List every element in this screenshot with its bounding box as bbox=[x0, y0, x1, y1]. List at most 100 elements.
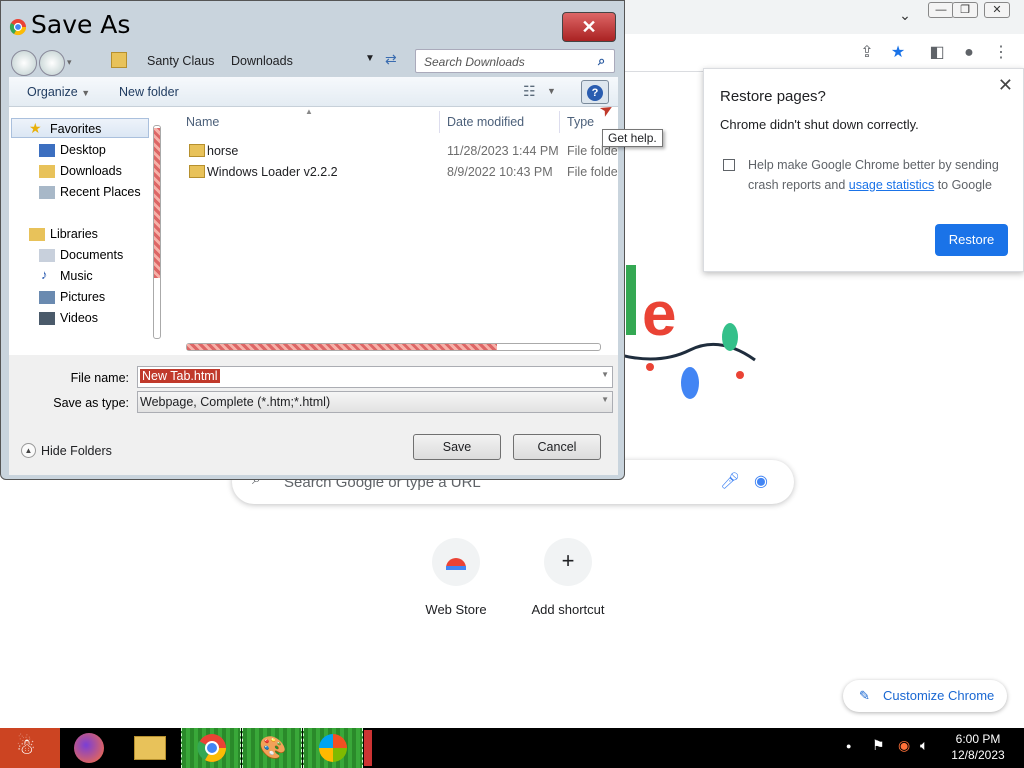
forward-button[interactable] bbox=[39, 50, 65, 76]
dialog-close-button[interactable]: ✕ bbox=[562, 12, 616, 42]
save-button[interactable]: Save bbox=[413, 434, 501, 460]
share-icon[interactable]: ⇪ bbox=[856, 42, 878, 64]
hide-folders-chevron-icon[interactable]: ▲ bbox=[21, 443, 36, 458]
dialog-footer: File name: New Tab.html ▼ Save as type: … bbox=[9, 355, 618, 475]
save-type-label: Save as type: bbox=[53, 396, 129, 410]
profile-icon[interactable]: ● bbox=[958, 42, 980, 64]
action-center-flag-icon[interactable]: ⚑ bbox=[872, 737, 885, 754]
nav-music[interactable]: Music bbox=[60, 269, 93, 283]
dialog-body: ★ Favorites Desktop Downloads Recent Pla… bbox=[9, 107, 618, 355]
shortcut-label: Web Store bbox=[425, 602, 487, 617]
videos-icon bbox=[39, 312, 55, 325]
usage-statistics-link[interactable]: usage statistics bbox=[849, 178, 934, 192]
crash-report-label: Help make Google Chrome better by sendin… bbox=[748, 155, 1008, 195]
sort-arrow-icon: ▲ bbox=[305, 107, 313, 116]
save-type-select[interactable]: Webpage, Complete (*.htm;*.html) ▼ bbox=[137, 391, 613, 413]
add-shortcut-button[interactable]: + bbox=[544, 538, 592, 586]
taskbar-paint[interactable]: 🎨 bbox=[242, 728, 302, 768]
taskbar-edge bbox=[364, 730, 372, 766]
customize-chrome-button[interactable]: ✎ Customize Chrome bbox=[843, 680, 1007, 712]
pencil-icon: ✎ bbox=[859, 688, 870, 703]
folder-icon bbox=[189, 144, 205, 157]
maximize-button[interactable]: ❐ bbox=[952, 2, 978, 18]
restore-button[interactable]: Restore bbox=[935, 224, 1008, 256]
nav-videos[interactable]: Videos bbox=[60, 311, 98, 325]
file-name-dropdown-icon[interactable]: ▼ bbox=[601, 370, 609, 379]
desktop-icon bbox=[39, 144, 55, 157]
view-options-icon[interactable]: ☷ bbox=[523, 83, 536, 100]
back-button[interactable] bbox=[11, 50, 37, 76]
file-list: ▲ Name Date modified Type horse 11/28/20… bbox=[169, 107, 618, 355]
horizontal-scrollbar-thumb[interactable] bbox=[187, 344, 497, 350]
view-chevron-icon[interactable]: ▼ bbox=[547, 86, 556, 96]
column-header-type[interactable]: Type bbox=[567, 115, 594, 129]
restore-pages-bubble: Restore pages? ✕ Chrome didn't shut down… bbox=[703, 68, 1024, 272]
save-type-value: Webpage, Complete (*.htm;*.html) bbox=[140, 395, 331, 409]
music-icon: ♪ bbox=[41, 267, 48, 282]
customize-label: Customize Chrome bbox=[883, 688, 995, 703]
nav-documents[interactable]: Documents bbox=[60, 248, 123, 262]
column-header-date[interactable]: Date modified bbox=[447, 115, 524, 129]
web-store-shortcut[interactable] bbox=[432, 538, 480, 586]
side-panel-icon[interactable]: ◧ bbox=[926, 42, 948, 64]
file-row[interactable]: Windows Loader v2.2.2 8/9/2022 10:43 PM … bbox=[169, 162, 618, 182]
save-as-dialog: Save As ✕ ▾ Santy Claus Downloads ▼ ⇄ Se… bbox=[0, 0, 625, 480]
taskbar-firefox[interactable] bbox=[60, 728, 120, 768]
volume-icon[interactable]: 🔈︎ bbox=[920, 737, 928, 754]
help-text-suffix: to Google bbox=[934, 178, 992, 192]
save-type-dropdown-icon[interactable]: ▼ bbox=[601, 395, 609, 404]
file-date: 11/28/2023 1:44 PM bbox=[447, 144, 559, 158]
breadcrumb-item[interactable]: Downloads bbox=[231, 54, 293, 68]
nav-favorites[interactable]: Favorites bbox=[50, 122, 101, 136]
lens-camera-icon[interactable]: ◉ bbox=[754, 471, 768, 491]
cancel-button[interactable]: Cancel bbox=[513, 434, 601, 460]
downloads-icon bbox=[39, 165, 55, 178]
address-bar[interactable]: Santy Claus Downloads ▼ ⇄ bbox=[109, 49, 409, 73]
file-name: horse bbox=[207, 144, 239, 158]
file-name: Windows Loader v2.2.2 bbox=[207, 165, 338, 179]
hide-folders-button[interactable]: Hide Folders bbox=[41, 444, 112, 458]
tray-dot-icon[interactable]: ● bbox=[846, 741, 851, 751]
organize-button[interactable]: Organize ▼ bbox=[27, 85, 90, 99]
system-clock[interactable]: 6:00 PM 12/8/2023 bbox=[944, 731, 1012, 763]
nav-pictures[interactable]: Pictures bbox=[60, 290, 105, 304]
tab-search-chevron-icon[interactable]: ⌄ bbox=[892, 8, 918, 24]
nav-scrollbar-thumb[interactable] bbox=[154, 128, 160, 278]
google-doodle[interactable]: e bbox=[620, 265, 760, 405]
chrome-close-button[interactable]: ✕ bbox=[984, 2, 1010, 18]
breadcrumb-item[interactable]: Santy Claus bbox=[147, 54, 214, 68]
bookmark-star-icon[interactable]: ★ bbox=[887, 42, 909, 64]
nav-libraries[interactable]: Libraries bbox=[50, 227, 98, 241]
nav-scrollbar[interactable] bbox=[153, 125, 161, 339]
address-dropdown-icon[interactable]: ▼ bbox=[365, 53, 375, 64]
file-name-input[interactable]: New Tab.html ▼ bbox=[137, 366, 613, 388]
voice-search-icon[interactable]: 🎤︎ bbox=[720, 471, 740, 491]
taskbar-chrome[interactable] bbox=[181, 728, 241, 768]
downloads-folder-icon bbox=[111, 52, 127, 68]
crash-report-checkbox[interactable] bbox=[723, 159, 735, 171]
nav-recent-places[interactable]: Recent Places bbox=[60, 185, 141, 199]
minimize-button[interactable]: — bbox=[928, 2, 954, 18]
organize-chevron-icon: ▼ bbox=[81, 88, 91, 98]
menu-kebab-icon[interactable]: ⋮ bbox=[990, 42, 1012, 64]
new-folder-button[interactable]: New folder bbox=[119, 85, 179, 99]
file-row[interactable]: horse 11/28/2023 1:44 PM File folder bbox=[169, 141, 618, 161]
windows-orb-icon bbox=[319, 734, 347, 762]
horizontal-scrollbar[interactable] bbox=[186, 343, 601, 351]
libraries-icon bbox=[29, 228, 45, 241]
file-explorer-icon bbox=[134, 736, 166, 760]
recent-pages-chevron-icon[interactable]: ▾ bbox=[67, 57, 72, 68]
nav-downloads[interactable]: Downloads bbox=[60, 164, 122, 178]
close-icon[interactable]: ✕ bbox=[998, 75, 1013, 96]
taskbar-explorer[interactable] bbox=[120, 728, 180, 768]
taskbar-windows-loader[interactable] bbox=[303, 728, 363, 768]
tray-firefox-icon[interactable]: ◉ bbox=[898, 737, 910, 754]
search-downloads-input[interactable]: Search Downloads ⌕ bbox=[415, 49, 615, 73]
nav-desktop[interactable]: Desktop bbox=[60, 143, 106, 157]
search-icon[interactable]: ⌕ bbox=[598, 53, 605, 69]
search-downloads-placeholder: Search Downloads bbox=[424, 55, 525, 69]
start-button[interactable]: ☃ bbox=[0, 728, 60, 768]
refresh-icon[interactable]: ⇄ bbox=[385, 51, 397, 68]
column-header-name[interactable]: Name bbox=[186, 115, 219, 129]
chrome-logo-icon bbox=[9, 19, 27, 36]
